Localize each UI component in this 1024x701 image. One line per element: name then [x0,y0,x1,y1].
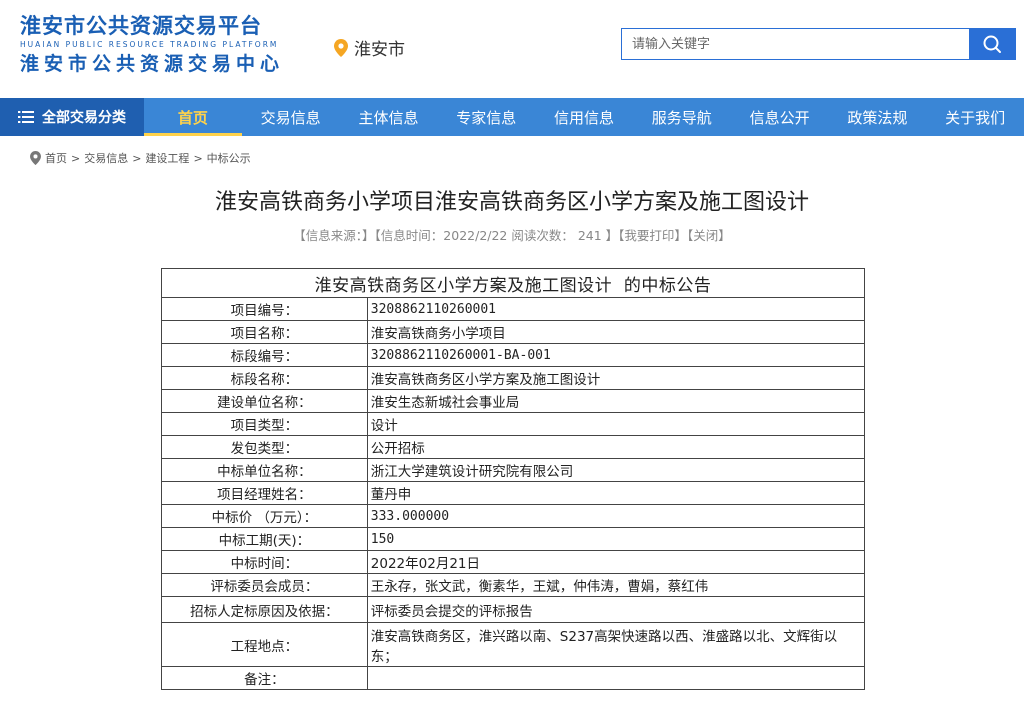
table-row: 建设单位名称： 淮安生态新城社会事业局 [161,389,866,413]
table-row: 评标委员会成员： 王永存，张文武，衡素华，王斌，仲伟涛，曹娟，蔡红伟 [161,573,866,597]
row-value: 淮安高铁商务小学项目 [366,320,866,344]
table-row: 中标单位名称： 浙江大学建筑设计研究院有限公司 [161,458,866,482]
search-box [621,28,1016,60]
nav-item-entity-info[interactable]: 主体信息 [340,98,438,136]
row-value: 淮安高铁商务区，淮兴路以南、S237高架快速路以西、淮盛路以北、文辉街以东； [366,622,866,667]
row-label: 项目名称： [161,320,368,344]
location-pin-icon [334,38,348,57]
row-value: 公开招标 [366,435,866,459]
row-label: 项目经理姓名： [161,481,368,505]
table-row: 标段编号： 3208862110260001-BA-001 [161,343,866,367]
search-input[interactable] [622,29,969,59]
row-value: 150 [366,527,866,551]
page-title: 淮安高铁商务小学项目淮安高铁商务区小学方案及施工图设计 [214,190,809,215]
row-value: 3208862110260001 [366,297,866,321]
table-row: 项目经理姓名： 董丹申 [161,481,866,505]
table-row: 招标人定标原因及依据： 评标委员会提交的评标报告 [161,596,866,623]
row-value [366,666,866,690]
row-label: 标段编号： [161,343,368,367]
meta-time: 【信息时间：2022/2/22 阅读次数： 241 】 [374,228,619,243]
row-label: 发包类型： [161,435,368,459]
table-row: 中标工期(天)： 150 [161,527,866,551]
row-label: 建设单位名称： [161,389,368,413]
row-label: 中标价 （万元）： [161,504,368,528]
nav-item-trading-info[interactable]: 交易信息 [242,98,340,136]
breadcrumb-location-icon [30,151,41,165]
nav-items: 首页 交易信息 主体信息 专家信息 信用信息 服务导航 信息公开 政策法规 关于… [144,98,1024,136]
row-value: 设计 [366,412,866,436]
row-label: 备注： [161,666,368,690]
table-row: 标段名称： 淮安高铁商务区小学方案及施工图设计 [161,366,866,390]
table-row: 项目名称： 淮安高铁商务小学项目 [161,320,866,344]
breadcrumb-separator: > [193,151,203,165]
table-row: 项目类型： 设计 [161,412,866,436]
nav-item-home[interactable]: 首页 [144,98,242,136]
row-value: 浙江大学建筑设计研究院有限公司 [366,458,866,482]
nav-item-expert-info[interactable]: 专家信息 [437,98,535,136]
location-label: 淮安市 [354,40,405,60]
article-meta: 【信息来源：】【信息时间：2022/2/22 阅读次数： 241 】【我要打印】… [0,225,1024,244]
award-notice-table: 淮安高铁商务区小学方案及施工图设计 的中标公告 项目编号： 32088621102… [161,268,866,690]
table-row: 项目编号： 3208862110260001 [161,297,866,321]
breadcrumb-trading-info[interactable]: 交易信息 [84,150,128,166]
table-heading-row: 淮安高铁商务区小学方案及施工图设计 的中标公告 [161,268,865,298]
nav-item-about[interactable]: 关于我们 [926,98,1024,136]
row-label: 工程地点： [161,622,368,667]
menu-icon [18,111,34,123]
logo-center-title: 淮安市公共资源交易中心 [20,53,285,75]
search-button[interactable] [969,29,1015,59]
row-value: 评标委员会提交的评标报告 [366,596,866,623]
all-categories-button[interactable]: 全部交易分类 [0,98,144,136]
nav-item-disclosure[interactable]: 信息公开 [731,98,829,136]
table-row: 工程地点： 淮安高铁商务区，淮兴路以南、S237高架快速路以西、淮盛路以北、文辉街… [161,622,866,667]
row-label: 中标时间： [161,550,368,574]
logo-en-title: HUAIAN PUBLIC RESOURCE TRADING PLATFORM [20,40,279,49]
row-label: 中标工期(天)： [161,527,368,551]
row-label: 项目类型： [161,412,368,436]
breadcrumb-separator: > [132,151,142,165]
row-value: 王永存，张文武，衡素华，王斌，仲伟涛，曹娟，蔡红伟 [366,573,866,597]
search-icon [983,35,1001,53]
row-label: 评标委员会成员： [161,573,368,597]
row-value: 董丹申 [366,481,866,505]
row-value: 333.000000 [366,504,866,528]
breadcrumb-construction[interactable]: 建设工程 [145,150,189,166]
breadcrumb-home[interactable]: 首页 [45,150,67,166]
breadcrumb-separator: > [71,151,81,165]
nav-item-service-nav[interactable]: 服务导航 [633,98,731,136]
row-label: 项目编号： [161,297,368,321]
site-header: 淮安市公共资源交易平台 HUAIAN PUBLIC RESOURCE TRADI… [0,0,1024,98]
row-value: 淮安高铁商务区小学方案及施工图设计 [366,366,866,390]
row-label: 标段名称： [161,366,368,390]
all-categories-label: 全部交易分类 [42,110,126,126]
nav-item-policy[interactable]: 政策法规 [828,98,926,136]
row-label: 中标单位名称： [161,458,368,482]
table-row: 发包类型： 公开招标 [161,435,866,459]
table-row: 中标时间： 2022年02月21日 [161,550,866,574]
breadcrumb: 首页 > 交易信息 > 建设工程 > 中标公示 [30,150,251,166]
site-logo[interactable]: 淮安市公共资源交易平台 HUAIAN PUBLIC RESOURCE TRADI… [20,14,290,76]
breadcrumb-award-notice[interactable]: 中标公示 [207,150,251,166]
row-value: 淮安生态新城社会事业局 [366,389,866,413]
main-nav: 全部交易分类 首页 交易信息 主体信息 专家信息 信用信息 服务导航 信息公开 … [0,98,1024,136]
meta-source: 【信息来源：】 [293,228,375,243]
nav-item-credit-info[interactable]: 信用信息 [535,98,633,136]
row-label: 招标人定标原因及依据： [161,596,368,623]
table-heading: 淮安高铁商务区小学方案及施工图设计 的中标公告 [161,268,865,298]
logo-cn-title: 淮安市公共资源交易平台 [20,14,262,38]
close-link[interactable]: 【关闭】 [687,228,731,243]
row-value: 3208862110260001-BA-001 [366,343,866,367]
location-selector[interactable]: 淮安市 [334,35,405,60]
table-row: 中标价 （万元）： 333.000000 [161,504,866,528]
table-row: 备注： [161,666,866,690]
print-link[interactable]: 【我要打印】 [618,228,687,243]
row-value: 2022年02月21日 [366,550,866,574]
